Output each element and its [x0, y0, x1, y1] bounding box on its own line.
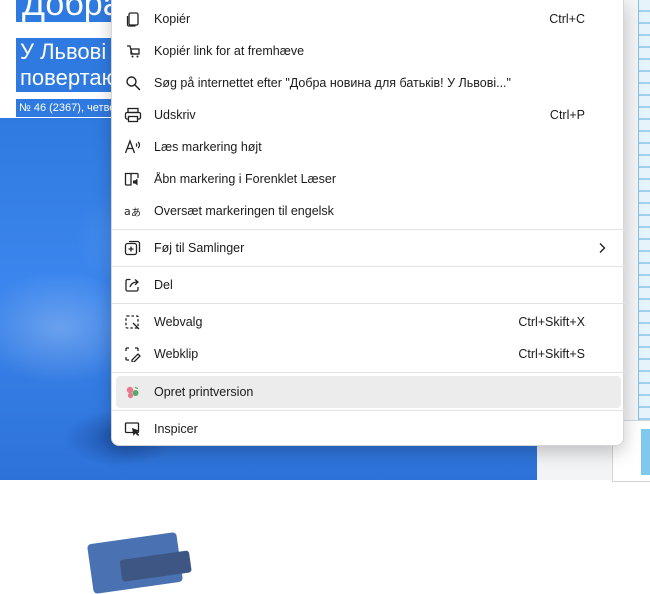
menu-separator — [112, 303, 625, 304]
svg-text:あ: あ — [131, 207, 141, 219]
immersive-reader-icon — [122, 168, 144, 190]
inspect-icon — [122, 418, 144, 440]
menu-item-label: Føj til Samlinger — [154, 241, 245, 255]
article-subtitle-line-2[interactable]: повертаю — [16, 64, 120, 92]
menu-item-label: Kopiér — [154, 12, 191, 26]
menu-item-shortcut: Ctrl+Skift+S — [518, 347, 585, 361]
context-menu: Kopiér Ctrl+C Kopiér link for at fremhæv… — [111, 0, 625, 446]
printer-icon — [122, 104, 144, 126]
translate-icon: aあ — [122, 200, 144, 222]
menu-item-web-capture[interactable]: Webklip Ctrl+Skift+S — [116, 338, 621, 370]
menu-item-copy-link-highlight[interactable]: Kopiér link for at fremhæve — [116, 35, 621, 67]
web-capture-icon — [122, 343, 144, 365]
menu-item-immersive-reader[interactable]: Åbn markering i Forenklet Læser — [116, 163, 621, 195]
menu-item-copy[interactable]: Kopiér Ctrl+C — [116, 3, 621, 35]
collections-icon — [122, 237, 144, 259]
print-friendly-icon — [122, 381, 144, 403]
thumbnail-strip[interactable] — [638, 0, 650, 420]
copy-link-icon — [122, 40, 144, 62]
menu-item-label: Søg på internettet efter "Добра новина д… — [154, 76, 511, 90]
menu-item-share[interactable]: Del — [116, 269, 621, 301]
menu-item-label: Inspicer — [154, 422, 198, 436]
search-icon — [122, 72, 144, 94]
menu-item-label: Del — [154, 278, 173, 292]
menu-item-label: Kopiér link for at fremhæve — [154, 44, 305, 58]
menu-item-create-print-version[interactable]: Opret printversion — [116, 376, 621, 408]
hero-book-shape — [86, 531, 192, 594]
menu-item-search-web[interactable]: Søg på internettet efter "Добра новина д… — [116, 67, 621, 99]
copy-icon — [122, 8, 144, 30]
share-icon — [122, 274, 144, 296]
menu-item-label: Læs markering højt — [154, 140, 262, 154]
menu-item-label: Udskriv — [154, 108, 196, 122]
menu-item-read-aloud[interactable]: Læs markering højt — [116, 131, 621, 163]
menu-item-add-to-collections[interactable]: Føj til Samlinger — [116, 232, 621, 264]
chevron-right-icon — [597, 242, 607, 254]
menu-item-label: Webvalg — [154, 315, 203, 329]
menu-separator — [112, 372, 625, 373]
menu-item-web-select[interactable]: Webvalg Ctrl+Skift+X — [116, 306, 621, 338]
menu-item-print[interactable]: Udskriv Ctrl+P — [116, 99, 621, 131]
issue-info: № 46 (2367), четве — [16, 99, 116, 117]
menu-item-shortcut: Ctrl+Skift+X — [518, 315, 585, 329]
menu-item-shortcut: Ctrl+P — [549, 108, 585, 122]
hero-book-label-shape — [119, 550, 192, 582]
article-subtitle-line-1[interactable]: У Львові — [16, 38, 120, 66]
menu-separator — [112, 266, 625, 267]
svg-text:a: a — [124, 205, 131, 218]
menu-item-label: Åbn markering i Forenklet Læser — [154, 172, 337, 186]
menu-item-translate[interactable]: aあ Oversæt markeringen til engelsk — [116, 195, 621, 227]
menu-item-label: Webklip — [154, 347, 199, 361]
read-aloud-icon — [122, 136, 144, 158]
menu-item-inspect[interactable]: Inspicer — [116, 413, 621, 445]
menu-item-shortcut: Ctrl+C — [549, 12, 585, 26]
menu-item-label: Opret printversion — [154, 385, 254, 399]
menu-separator — [112, 229, 625, 230]
thumbnail-card-preview — [641, 429, 650, 475]
web-select-icon — [122, 311, 144, 333]
menu-item-label: Oversæt markeringen til engelsk — [154, 204, 334, 218]
menu-separator — [112, 410, 625, 411]
